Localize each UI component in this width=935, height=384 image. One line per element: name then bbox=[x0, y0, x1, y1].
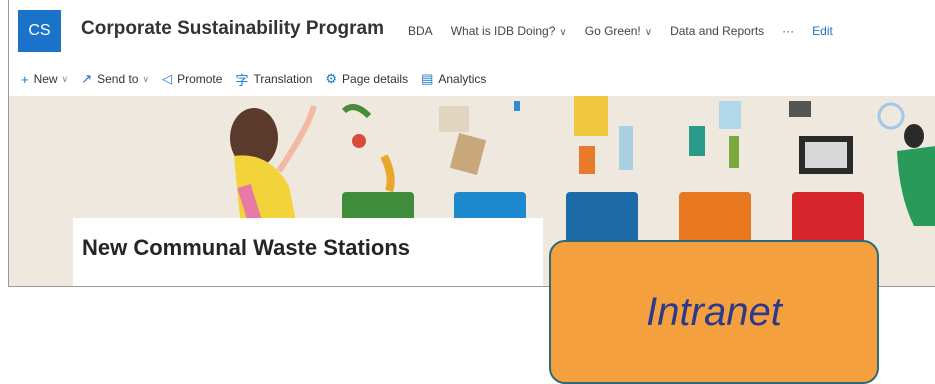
nav-item-what-is-idb-doing[interactable]: What is IDB Doing? ∨ bbox=[451, 24, 567, 38]
gear-icon: ⚙ bbox=[325, 71, 338, 86]
plus-icon: + bbox=[21, 71, 29, 87]
chevron-down-icon: ∨ bbox=[644, 27, 653, 38]
site-logo[interactable]: CS bbox=[18, 10, 61, 52]
site-title[interactable]: Corporate Sustainability Program bbox=[81, 18, 384, 40]
promote-button[interactable]: ◁ Promote bbox=[162, 71, 222, 87]
callout-label: Intranet bbox=[646, 289, 782, 334]
page-details-button[interactable]: ⚙ Page details bbox=[325, 71, 408, 87]
send-to-button[interactable]: ↗ Send to ∨ bbox=[81, 71, 149, 87]
nav-item-bda[interactable]: BDA bbox=[408, 24, 433, 38]
nav-item-go-green[interactable]: Go Green! ∨ bbox=[585, 24, 652, 38]
chevron-down-icon: ∨ bbox=[559, 27, 567, 38]
top-nav: BDA What is IDB Doing? ∨ Go Green! ∨ Data … bbox=[408, 24, 851, 38]
share-icon: ↗ bbox=[81, 71, 93, 86]
chevron-down-icon: ∨ bbox=[142, 73, 150, 84]
nav-item-data-and-reports[interactable]: Data and Reports bbox=[670, 24, 764, 38]
more-options-icon[interactable]: ··· bbox=[782, 24, 794, 38]
edit-link[interactable]: Edit bbox=[812, 24, 833, 38]
chevron-down-icon: ∨ bbox=[61, 73, 69, 84]
new-button[interactable]: + New ∨ bbox=[21, 72, 68, 87]
page-title: New Communal Waste Stations bbox=[82, 235, 411, 260]
site-header: CS Corporate Sustainability Program BDA … bbox=[9, 0, 935, 62]
megaphone-icon: ◁ bbox=[162, 71, 173, 86]
analytics-icon: ▤ bbox=[421, 71, 434, 86]
analytics-button[interactable]: ▤ Analytics bbox=[421, 71, 486, 87]
command-bar: + New ∨ ↗ Send to ∨ ◁ Promote 字 Translation ⚙ P… bbox=[9, 62, 935, 96]
intranet-callout: Intranet bbox=[549, 240, 879, 384]
translation-button[interactable]: 字 Translation bbox=[235, 70, 312, 89]
translate-icon: 字 bbox=[235, 72, 249, 88]
